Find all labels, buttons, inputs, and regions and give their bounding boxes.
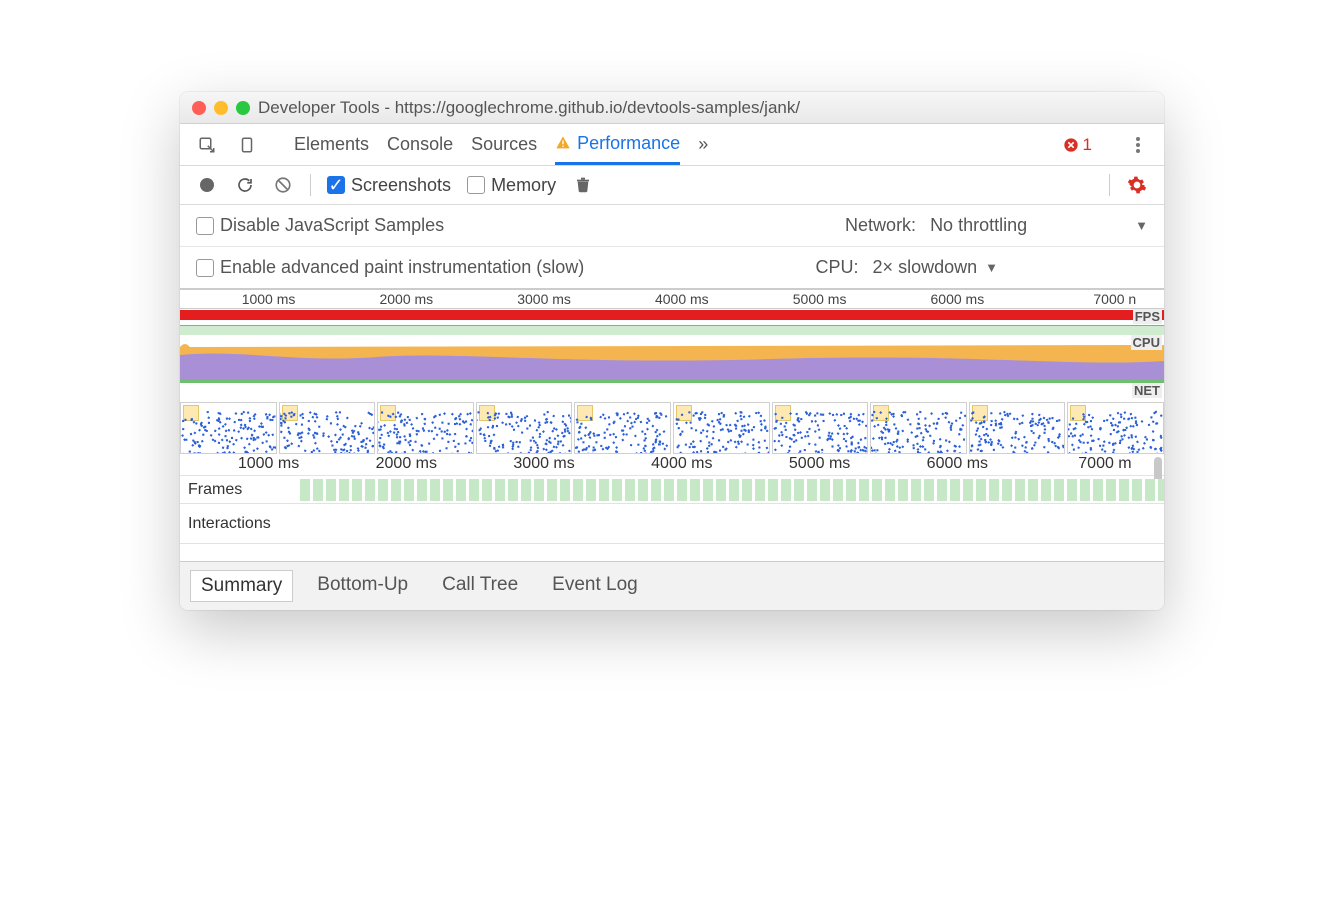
tabs-overflow[interactable]: »	[698, 124, 708, 165]
network-label: Network:	[845, 215, 916, 236]
window-title: Developer Tools - https://googlechrome.g…	[258, 98, 1152, 118]
frames-row[interactable]: Frames	[180, 475, 1164, 503]
thumbnail[interactable]	[673, 402, 770, 454]
ruler-tick: 7000 n	[1093, 291, 1136, 307]
ruler-tick: 5000 ms	[789, 455, 850, 473]
ruler-tick: 2000 ms	[379, 291, 433, 307]
trash-icon[interactable]	[572, 174, 594, 196]
network-throttle-select[interactable]: Network: No throttling ▼	[845, 215, 1148, 236]
ruler-tick: 6000 ms	[927, 455, 988, 473]
error-count: 1	[1083, 135, 1092, 155]
thumbnail[interactable]	[870, 402, 967, 454]
warning-icon	[555, 135, 571, 151]
thumbnail[interactable]	[969, 402, 1066, 454]
thumbnail[interactable]	[772, 402, 869, 454]
tab-performance[interactable]: Performance	[555, 124, 680, 165]
flamechart-ruler[interactable]: 1000 ms 2000 ms 3000 ms 4000 ms 5000 ms …	[180, 455, 1164, 475]
network-value: No throttling	[930, 215, 1027, 236]
tab-elements[interactable]: Elements	[294, 124, 369, 165]
devtools-window: Developer Tools - https://googlechrome.g…	[180, 92, 1164, 610]
tab-sources[interactable]: Sources	[471, 124, 537, 165]
panel-tabs: Elements Console Sources Performance » 1	[180, 124, 1164, 166]
clear-icon[interactable]	[272, 174, 294, 196]
ruler-tick: 6000 ms	[931, 291, 985, 307]
check-icon	[467, 176, 485, 194]
thumbnail[interactable]	[279, 402, 376, 454]
tab-call-tree[interactable]: Call Tree	[432, 570, 528, 602]
frames-label: Frames	[180, 479, 300, 501]
enable-paint-label: Enable advanced paint instrumentation (s…	[220, 257, 584, 278]
disable-js-checkbox[interactable]: Disable JavaScript Samples	[196, 215, 444, 236]
tab-event-log[interactable]: Event Log	[542, 570, 648, 602]
reload-icon[interactable]	[234, 174, 256, 196]
net-label: NET	[1132, 383, 1162, 398]
close-icon[interactable]	[192, 101, 206, 115]
overview-ruler[interactable]: 1000 ms 2000 ms 3000 ms 4000 ms 5000 ms …	[180, 289, 1164, 309]
screenshot-thumbnails[interactable]	[180, 401, 1164, 455]
ruler-tick: 4000 ms	[655, 291, 709, 307]
tab-bottom-up[interactable]: Bottom-Up	[307, 570, 418, 602]
ruler-tick: 1000 ms	[242, 291, 296, 307]
settings-row-2: Enable advanced paint instrumentation (s…	[180, 247, 1164, 289]
memory-label: Memory	[491, 175, 556, 196]
details-tabs: Summary Bottom-Up Call Tree Event Log	[180, 561, 1164, 610]
frames-bar[interactable]	[300, 479, 1164, 501]
titlebar: Developer Tools - https://googlechrome.g…	[180, 92, 1164, 124]
tab-summary[interactable]: Summary	[190, 570, 293, 602]
ruler-tick: 5000 ms	[793, 291, 847, 307]
screenshots-label: Screenshots	[351, 175, 451, 196]
inspect-icon[interactable]	[196, 134, 218, 156]
separator	[1109, 174, 1110, 196]
tab-console[interactable]: Console	[387, 124, 453, 165]
check-icon: ✓	[327, 176, 345, 194]
ruler-tick: 1000 ms	[238, 455, 299, 473]
gear-icon[interactable]	[1126, 174, 1148, 196]
fps-label: FPS	[1133, 309, 1162, 324]
chevron-down-icon: ▼	[1135, 218, 1148, 233]
thumbnail[interactable]	[1067, 402, 1164, 454]
enable-paint-checkbox[interactable]: Enable advanced paint instrumentation (s…	[196, 257, 584, 278]
thumbnail[interactable]	[574, 402, 671, 454]
maximize-icon[interactable]	[236, 101, 250, 115]
ruler-tick: 7000 m	[1078, 455, 1131, 473]
memory-checkbox[interactable]: Memory	[467, 175, 556, 196]
thumbnail[interactable]	[476, 402, 573, 454]
cpu-value: 2× slowdown	[873, 257, 978, 278]
ruler-tick: 3000 ms	[513, 455, 574, 473]
device-toggle-icon[interactable]	[236, 134, 258, 156]
settings-row-1: Disable JavaScript Samples Network: No t…	[180, 205, 1164, 247]
thumbnail[interactable]	[180, 402, 277, 454]
record-icon[interactable]	[196, 174, 218, 196]
ruler-tick: 3000 ms	[517, 291, 571, 307]
error-badge[interactable]: 1	[1063, 135, 1092, 155]
cpu-label: CPU	[1131, 335, 1162, 350]
minimize-icon[interactable]	[214, 101, 228, 115]
error-icon	[1063, 137, 1079, 153]
perf-toolbar: ✓ Screenshots Memory	[180, 166, 1164, 205]
chevron-down-icon: ▼	[985, 260, 998, 275]
screenshots-checkbox[interactable]: ✓ Screenshots	[327, 175, 451, 196]
kebab-icon[interactable]	[1136, 143, 1140, 147]
interactions-row[interactable]: Interactions	[180, 503, 1164, 543]
tab-performance-label: Performance	[577, 133, 680, 154]
net-lane[interactable]: NET	[180, 383, 1164, 401]
disable-js-label: Disable JavaScript Samples	[220, 215, 444, 236]
check-icon	[196, 217, 214, 235]
separator	[310, 174, 311, 196]
interactions-label: Interactions	[180, 513, 300, 535]
cpu-throttle-select[interactable]: CPU: 2× slowdown ▼	[816, 257, 998, 278]
fps-lane[interactable]: FPS	[180, 309, 1164, 335]
cpu-lane[interactable]: CPU	[180, 335, 1164, 383]
check-icon	[196, 259, 214, 277]
cpu-label: CPU:	[816, 257, 859, 278]
ruler-tick: 4000 ms	[651, 455, 712, 473]
ruler-tick: 2000 ms	[376, 455, 437, 473]
thumbnail[interactable]	[377, 402, 474, 454]
